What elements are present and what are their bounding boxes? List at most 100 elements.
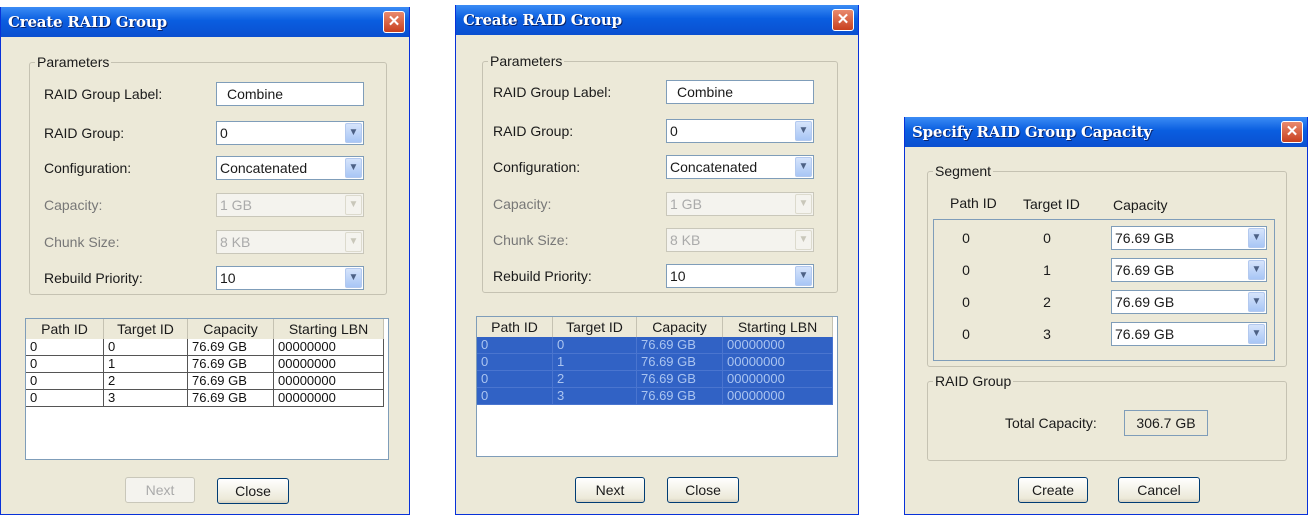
title-bar[interactable]: Specify RAID Group Capacity ✕ bbox=[905, 117, 1307, 147]
capacity-value: 1 GB bbox=[670, 196, 702, 212]
raid-group-label-input[interactable]: Combine bbox=[216, 82, 364, 106]
chevron-down-icon[interactable]: ▼ bbox=[1248, 260, 1265, 280]
create-raid-group-dialog-1: Create RAID Group ✕ Parameters RAID Grou… bbox=[0, 7, 410, 515]
next-button[interactable]: Next bbox=[575, 477, 645, 503]
chevron-down-icon[interactable]: ▼ bbox=[1248, 292, 1265, 312]
chevron-down-icon: ▼ bbox=[345, 195, 362, 215]
raid-group-legend: RAID Group bbox=[933, 373, 1014, 389]
segment-capacity-select[interactable]: 76.69 GB ▼ bbox=[1111, 226, 1267, 250]
table-cell: 00000000 bbox=[723, 388, 833, 405]
chevron-down-icon: ▼ bbox=[795, 194, 812, 214]
column-header-capacity: Capacity bbox=[1113, 197, 1168, 213]
table-cell: 0 bbox=[553, 337, 637, 354]
capacity-label: Capacity: bbox=[493, 196, 552, 212]
table-row[interactable]: 0 2 76.69 GB 00000000 bbox=[477, 371, 833, 388]
rebuild-priority-select[interactable]: 10 ▼ bbox=[216, 266, 364, 290]
table-cell: 1 bbox=[104, 356, 188, 373]
segment-path-id: 0 bbox=[962, 262, 970, 278]
column-header-target-id[interactable]: Target ID bbox=[104, 319, 188, 339]
close-button[interactable]: Close bbox=[667, 477, 739, 503]
segment-target-id: 1 bbox=[1043, 262, 1051, 278]
column-header-starting-lbn[interactable]: Starting LBN bbox=[723, 317, 833, 337]
chevron-down-icon[interactable]: ▼ bbox=[1248, 324, 1265, 344]
parameters-legend: Parameters bbox=[488, 53, 565, 69]
raid-group-label-label: RAID Group Label: bbox=[44, 86, 163, 102]
table-row[interactable]: 0 3 76.69 GB 00000000 bbox=[477, 388, 833, 405]
segment-legend: Segment bbox=[933, 163, 994, 179]
column-header-target-id[interactable]: Target ID bbox=[553, 317, 637, 337]
table-row[interactable]: 0 0 76.69 GB 00000000 bbox=[26, 339, 384, 356]
chevron-down-icon[interactable]: ▼ bbox=[345, 268, 362, 288]
configuration-label: Configuration: bbox=[493, 159, 581, 175]
column-header-starting-lbn[interactable]: Starting LBN bbox=[274, 319, 384, 339]
rebuild-priority-label: Rebuild Priority: bbox=[493, 268, 592, 284]
chunk-size-value: 8 KB bbox=[670, 232, 701, 248]
raid-group-label-input[interactable]: Combine bbox=[666, 80, 814, 104]
column-header-capacity[interactable]: Capacity bbox=[188, 319, 274, 339]
table-row[interactable]: 0 3 76.69 GB 00000000 bbox=[26, 390, 384, 407]
cancel-button[interactable]: Cancel bbox=[1118, 477, 1200, 503]
rebuild-priority-select[interactable]: 10 ▼ bbox=[666, 264, 814, 288]
chunk-size-label: Chunk Size: bbox=[44, 234, 120, 250]
dialog-title: Create RAID Group bbox=[8, 13, 167, 31]
table-row[interactable]: 0 1 76.69 GB 00000000 bbox=[26, 356, 384, 373]
list-item: 0 3 76.69 GB ▼ bbox=[934, 321, 1274, 347]
close-icon[interactable]: ✕ bbox=[832, 9, 854, 31]
column-header-path-id[interactable]: Path ID bbox=[477, 317, 553, 337]
title-bar[interactable]: Create RAID Group ✕ bbox=[456, 5, 858, 35]
column-header-path-id[interactable]: Path ID bbox=[26, 319, 104, 339]
segment-capacity-select[interactable]: 76.69 GB ▼ bbox=[1111, 258, 1267, 282]
raid-group-group: RAID Group Total Capacity: 306.7 GB bbox=[927, 373, 1287, 461]
table-cell: 76.69 GB bbox=[637, 337, 723, 354]
total-capacity-value: 306.7 GB bbox=[1124, 410, 1208, 436]
close-icon[interactable]: ✕ bbox=[1281, 121, 1303, 143]
segment-list: 0 0 76.69 GB ▼ 0 1 76.69 GB ▼ 0 2 76.69 GB ▼ 0 3 76.69… bbox=[933, 219, 1275, 361]
close-button[interactable]: Close bbox=[217, 478, 289, 504]
column-header-capacity[interactable]: Capacity bbox=[637, 317, 723, 337]
table-cell: 76.69 GB bbox=[637, 354, 723, 371]
raid-group-label: RAID Group: bbox=[44, 125, 125, 141]
table-row[interactable]: 0 0 76.69 GB 00000000 bbox=[477, 337, 833, 354]
configuration-select[interactable]: Concatenated ▼ bbox=[216, 156, 364, 180]
segment-capacity-value: 76.69 GB bbox=[1115, 326, 1175, 342]
chevron-down-icon[interactable]: ▼ bbox=[795, 266, 812, 286]
total-capacity-label: Total Capacity: bbox=[1005, 415, 1097, 431]
table-header: Path ID Target ID Capacity Starting LBN bbox=[477, 317, 833, 338]
chevron-down-icon[interactable]: ▼ bbox=[345, 123, 362, 143]
table-row[interactable]: 0 2 76.69 GB 00000000 bbox=[26, 373, 384, 390]
raid-group-select[interactable]: 0 ▼ bbox=[666, 119, 814, 143]
close-icon[interactable]: ✕ bbox=[383, 11, 405, 33]
raid-group-select[interactable]: 0 ▼ bbox=[216, 121, 364, 145]
table-cell: 0 bbox=[26, 390, 104, 407]
table-body: 0 0 76.69 GB 00000000 0 1 76.69 GB 00000000 0 2 76… bbox=[26, 339, 384, 407]
configuration-select[interactable]: Concatenated ▼ bbox=[666, 155, 814, 179]
chunk-size-select: 8 KB ▼ bbox=[666, 228, 814, 252]
segment-table[interactable]: Path ID Target ID Capacity Starting LBN … bbox=[25, 318, 389, 460]
segment-capacity-select[interactable]: 76.69 GB ▼ bbox=[1111, 322, 1267, 346]
capacity-select: 1 GB ▼ bbox=[666, 192, 814, 216]
next-button[interactable]: Next bbox=[125, 477, 195, 503]
title-bar[interactable]: Create RAID Group ✕ bbox=[1, 7, 409, 37]
table-cell: 00000000 bbox=[274, 390, 384, 407]
chevron-down-icon[interactable]: ▼ bbox=[795, 157, 812, 177]
chevron-down-icon[interactable]: ▼ bbox=[795, 121, 812, 141]
chunk-size-value: 8 KB bbox=[220, 234, 251, 250]
chevron-down-icon[interactable]: ▼ bbox=[1248, 228, 1265, 248]
create-raid-group-dialog-2: Create RAID Group ✕ Parameters RAID Grou… bbox=[455, 5, 859, 515]
table-row[interactable]: 0 1 76.69 GB 00000000 bbox=[477, 354, 833, 371]
parameters-group: Parameters RAID Group Label: Combine RAI… bbox=[29, 54, 387, 295]
table-cell: 0 bbox=[477, 388, 553, 405]
segment-capacity-select[interactable]: 76.69 GB ▼ bbox=[1111, 290, 1267, 314]
table-cell: 00000000 bbox=[274, 339, 384, 356]
list-item: 0 0 76.69 GB ▼ bbox=[934, 225, 1274, 251]
raid-group-value: 0 bbox=[670, 123, 678, 139]
chevron-down-icon[interactable]: ▼ bbox=[345, 158, 362, 178]
table-cell: 00000000 bbox=[274, 356, 384, 373]
table-cell: 0 bbox=[104, 339, 188, 356]
dialog-title: Create RAID Group bbox=[463, 11, 622, 29]
segment-path-id: 0 bbox=[962, 326, 970, 342]
create-button[interactable]: Create bbox=[1018, 477, 1088, 503]
rebuild-priority-value: 10 bbox=[670, 268, 686, 284]
table-cell: 3 bbox=[553, 388, 637, 405]
segment-table[interactable]: Path ID Target ID Capacity Starting LBN … bbox=[476, 316, 838, 457]
